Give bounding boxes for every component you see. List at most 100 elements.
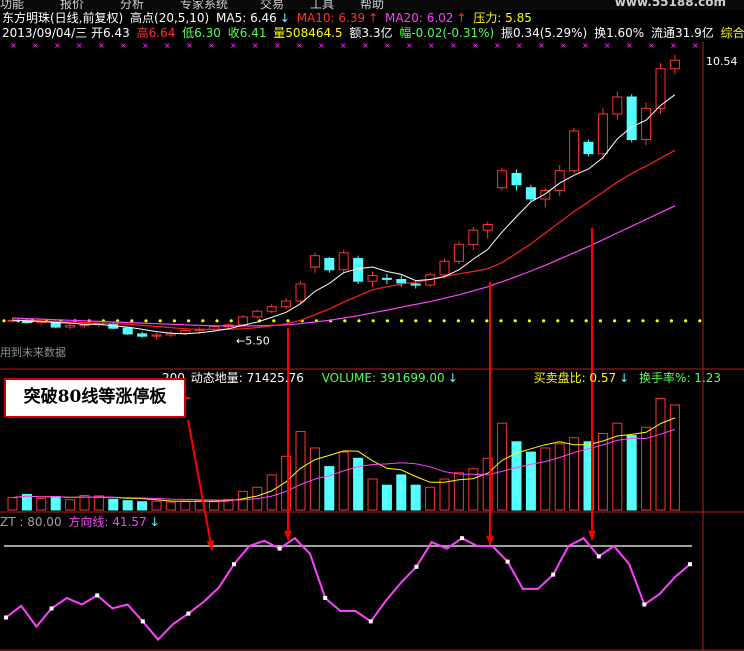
menu-item[interactable]: 工具 [310,0,334,10]
top-marker: × [76,41,83,50]
candle-body [641,107,652,141]
candle-body [482,224,493,231]
pressure-dot [229,319,233,323]
candle-body [511,173,522,186]
top-marker: × [274,41,281,50]
volume-bar [641,426,652,511]
menu-item[interactable]: 专家系统 [180,0,228,10]
volume-bar [36,498,47,511]
top-marker: × [538,41,545,50]
candle-body [338,252,349,271]
top-marker: × [692,41,699,50]
buy-sell-ratio: 买卖盘比: 0.57 [533,371,617,385]
amount-value: 额3.3亿 [349,26,393,40]
top-marker: × [98,41,105,50]
candle-body [252,310,263,318]
top-marker: × [384,41,391,50]
candle-body [122,327,133,335]
direction-point [4,615,8,620]
turnover-value: 换1.60% [594,26,645,40]
volume-header: 200 动态地量: 71425.76 VOLUME: 391699.00↓ 买卖… [162,371,724,385]
top-marker: × [54,41,61,50]
direction-point [596,554,601,559]
menu-bar: 功能 报价 分析 专家系统 交易 工具 帮助 www.55188.com [0,0,744,10]
candle-body [396,279,407,284]
menu-item[interactable]: 功能 [0,0,24,10]
menu-item[interactable]: 分析 [120,0,144,10]
candle-body [468,229,479,245]
pressure-dot [527,319,532,323]
volume-bar [540,447,551,511]
pressure-dot [485,319,489,323]
direction-point [323,596,328,600]
top-marker: × [626,41,633,50]
ma10-value: MA10: 6.39 [296,11,366,25]
pressure-dot [627,319,631,323]
volume-bar [7,497,18,511]
candle-body [439,260,450,276]
volume-bar [453,472,464,511]
direction-point [688,562,692,567]
pressure-dot [471,319,475,323]
pressure-dot [428,319,432,323]
pressure-dot [613,319,617,323]
direction-point [551,572,556,577]
menu-item[interactable]: 帮助 [360,0,384,10]
candle-body [569,130,580,172]
menu-item[interactable]: 交易 [260,0,284,10]
float-value: 流通31.9亿 [651,26,714,40]
top-marker: × [670,41,677,50]
pressure-dot [456,319,460,323]
candle-body [612,96,623,115]
volume-bar [209,501,220,511]
direction-point [277,546,282,551]
volume-bar [525,451,536,511]
min-price-label: ←5.50 [236,335,270,348]
candle-body [151,334,162,337]
top-marker: × [604,41,611,50]
top-marker: × [362,41,369,50]
max-price-label: 10.54 [706,55,738,68]
volume-bar [396,474,407,511]
direction-header: ZT : 80.00 方向线: 41.57 ↓ [0,515,163,529]
candle-body [655,68,666,109]
menu-item[interactable]: 报价 [60,0,84,10]
volume-bar [281,455,292,511]
ma20-value: MA20: 6.02 [385,11,454,25]
top-marker: × [10,41,17,50]
volume-bar [79,495,90,511]
top-marker: × [120,41,127,50]
pressure-dot [669,319,674,323]
top-marker: × [252,41,259,50]
top-marker: × [406,41,413,50]
volume-bar [425,486,436,511]
candle-body [626,96,637,140]
volume-bar [468,468,479,511]
volume-indicator: VOLUME: 391699.00 [321,371,445,385]
pressure-dot [187,319,191,323]
direction-point [642,602,647,607]
volume-bar [122,500,133,511]
candle-body [554,170,565,191]
industry-label[interactable]: 综合行业 [721,26,744,40]
volume-bar [237,490,248,511]
pressure-dot [215,319,219,323]
pressure-dot [584,319,588,323]
top-marker: × [142,41,149,50]
volume-bar [626,435,637,511]
top-marker: × [32,41,39,50]
candle-body [180,330,191,334]
pressure-dot [201,319,205,323]
candle-body [669,59,680,70]
direction-point [232,562,236,567]
peak-param: 高点(20,5,10) [130,11,210,25]
direction-point [186,611,191,616]
candle-body [324,258,335,271]
pressure-dot [385,319,389,323]
candle-body [295,283,306,302]
header-line-1: 东方明珠(日线,前复权) 高点(20,5,10) MA5: 6.46 ↓ MA10… [2,11,535,25]
top-marker: × [340,41,347,50]
close-price: 收6.41 [227,26,267,40]
chart-canvas: × × × × × × × × × × × × × × × × × × × × × × × × × × × × × × × × 10.54 ←5.… [0,0,744,651]
volume-bar [439,478,450,511]
